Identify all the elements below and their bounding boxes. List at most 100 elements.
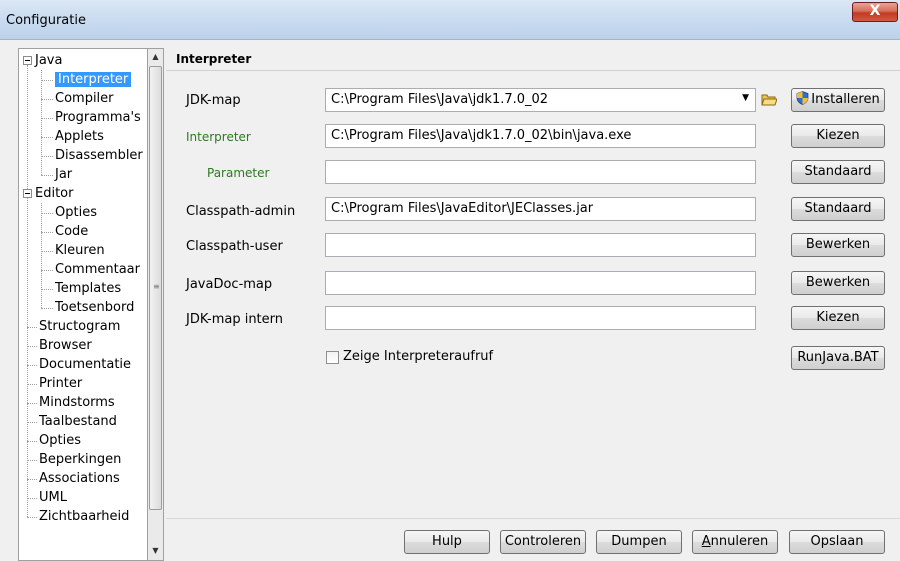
tree-item-label: Associations xyxy=(39,471,120,486)
jdk-map-combobox[interactable]: C:\Program Files\Java\jdk1.7.0_02 ▼ xyxy=(325,88,756,112)
classpath-user-input[interactable] xyxy=(325,233,756,257)
classpath-admin-input[interactable]: C:\Program Files\JavaEditor\JEClasses.ja… xyxy=(325,197,756,221)
tree-guide-line xyxy=(27,460,37,461)
tree-item-label: Applets xyxy=(55,129,104,144)
tree-item-mindstorms[interactable]: Mindstorms xyxy=(39,393,115,412)
tree-guide-line xyxy=(41,251,53,252)
classpath-admin-label: Classpath-admin xyxy=(186,204,296,219)
title-bar: Configuratie X xyxy=(0,0,900,40)
tree-item-opties[interactable]: Opties xyxy=(39,431,81,450)
tree-item-commentaar[interactable]: Commentaar xyxy=(55,260,140,279)
tree-item-label: Browser xyxy=(39,338,92,353)
cancel-label-rest: nnuleren xyxy=(710,534,769,549)
javadoc-map-input[interactable] xyxy=(325,271,756,295)
tree-item-documentatie[interactable]: Documentatie xyxy=(39,355,131,374)
tree-item-label: Toetsenbord xyxy=(55,300,135,315)
tree-item-templates[interactable]: Templates xyxy=(55,279,121,298)
tree-item-label: Kleuren xyxy=(55,243,105,258)
tree-guide-line xyxy=(27,517,37,518)
save-button[interactable]: Opslaan xyxy=(789,530,885,554)
tree-item-jar[interactable]: Jar xyxy=(55,165,72,184)
tree-item-editor[interactable]: Editor xyxy=(35,184,73,203)
cancel-button[interactable]: Annuleren xyxy=(692,530,778,554)
scroll-up-arrow-icon[interactable]: ▲ xyxy=(148,49,163,65)
help-button[interactable]: Hulp xyxy=(404,530,490,554)
interpreter-choose-button[interactable]: Kiezen xyxy=(791,124,885,148)
tree-item-label: Beperkingen xyxy=(39,452,122,467)
scroll-thumb[interactable]: ≡ xyxy=(149,66,162,510)
tree-item-kleuren[interactable]: Kleuren xyxy=(55,241,105,260)
tree-item-label: UML xyxy=(39,490,67,505)
tree-item-label: Java xyxy=(35,53,63,68)
tree-guide-line xyxy=(27,65,28,517)
tree-item-interpreter[interactable]: Interpreter xyxy=(53,70,133,89)
parameter-input[interactable] xyxy=(325,160,756,184)
parameter-default-button[interactable]: Standaard xyxy=(791,160,885,184)
javadoc-map-edit-button[interactable]: Bewerken xyxy=(791,271,885,295)
show-interpreter-call-checkbox[interactable] xyxy=(326,351,339,364)
interpreter-input[interactable]: C:\Program Files\Java\jdk1.7.0_02\bin\ja… xyxy=(325,124,756,148)
tree-item-applets[interactable]: Applets xyxy=(55,127,104,146)
install-button[interactable]: Installeren xyxy=(791,88,885,112)
tree-guide-line xyxy=(41,213,53,214)
open-folder-icon[interactable] xyxy=(761,92,777,106)
tree-guide-line xyxy=(41,232,53,233)
check-button[interactable]: Controleren xyxy=(500,530,586,554)
tree-item-opties[interactable]: Opties xyxy=(55,203,97,222)
tree-guide-line xyxy=(41,175,53,176)
tree-item-label: Zichtbaarheid xyxy=(39,509,130,524)
tree-item-printer[interactable]: Printer xyxy=(39,374,82,393)
tree-item-label: Editor xyxy=(35,186,74,201)
tree-item-label: Interpreter xyxy=(53,71,133,88)
jdk-map-intern-input[interactable] xyxy=(325,306,756,330)
install-button-label: Installeren xyxy=(811,92,880,107)
tree-guide-line xyxy=(41,137,53,138)
tree-item-java[interactable]: Java xyxy=(35,51,62,70)
jdk-map-intern-choose-button[interactable]: Kiezen xyxy=(791,306,885,330)
collapse-minus-icon[interactable] xyxy=(23,189,32,198)
tree-guide-line xyxy=(27,327,37,328)
tree-item-programma-s[interactable]: Programma's xyxy=(55,108,141,127)
tree-item-label: Structogram xyxy=(39,319,121,334)
tree-item-label: Mindstorms xyxy=(39,395,115,410)
tree-item-label: Code xyxy=(55,224,89,239)
tree-item-compiler[interactable]: Compiler xyxy=(55,89,114,108)
tree-item-label: Compiler xyxy=(55,91,114,106)
tree-item-toetsenbord[interactable]: Toetsenbord xyxy=(55,298,134,317)
tree-item-label: Printer xyxy=(39,376,83,391)
tree-guide-line xyxy=(41,70,42,175)
tree-item-beperkingen[interactable]: Beperkingen xyxy=(39,450,121,469)
tree-item-code[interactable]: Code xyxy=(55,222,88,241)
tree-guide-line xyxy=(41,289,53,290)
category-tree[interactable]: Java Interpreter Compiler Programma's Applet… xyxy=(18,48,147,561)
tree-item-label: Programma's xyxy=(55,110,141,125)
runjava-bat-button[interactable]: RunJava.BAT xyxy=(791,346,885,370)
tree-guide-line xyxy=(27,422,37,423)
tree-item-taalbestand[interactable]: Taalbestand xyxy=(39,412,117,431)
classpath-admin-default-button[interactable]: Standaard xyxy=(791,197,885,221)
close-button[interactable]: X xyxy=(852,2,898,22)
javadoc-map-label: JavaDoc-map xyxy=(186,277,273,292)
scroll-down-arrow-icon[interactable]: ▼ xyxy=(148,543,163,559)
tree-guide-line xyxy=(41,118,53,119)
tree-scrollbar[interactable]: ▲ ≡ ▼ xyxy=(147,48,164,561)
scroll-grip-icon: ≡ xyxy=(153,282,160,291)
tree-item-zichtbaarheid[interactable]: Zichtbaarheid xyxy=(39,507,129,526)
tree-item-label: Opties xyxy=(39,433,81,448)
dropdown-arrow-icon[interactable]: ▼ xyxy=(742,93,749,103)
tree-item-disassembler[interactable]: Disassembler xyxy=(55,146,143,165)
tree-guide-line xyxy=(27,346,37,347)
tree-item-associations[interactable]: Associations xyxy=(39,469,120,488)
tree-item-uml[interactable]: UML xyxy=(39,488,67,507)
tree-item-label: Taalbestand xyxy=(39,414,117,429)
collapse-minus-icon[interactable] xyxy=(23,56,32,65)
show-interpreter-call-label[interactable]: Zeige Interpreteraufruf xyxy=(343,349,493,364)
jdk-map-intern-label: JDK-map intern xyxy=(186,312,284,327)
classpath-user-edit-button[interactable]: Bewerken xyxy=(791,233,885,257)
tree-item-structogram[interactable]: Structogram xyxy=(39,317,120,336)
tree-guide-line xyxy=(27,384,37,385)
tree-item-browser[interactable]: Browser xyxy=(39,336,92,355)
jdk-map-label: JDK-map xyxy=(186,93,241,108)
dump-button[interactable]: Dumpen xyxy=(596,530,682,554)
classpath-user-label: Classpath-user xyxy=(186,239,283,254)
